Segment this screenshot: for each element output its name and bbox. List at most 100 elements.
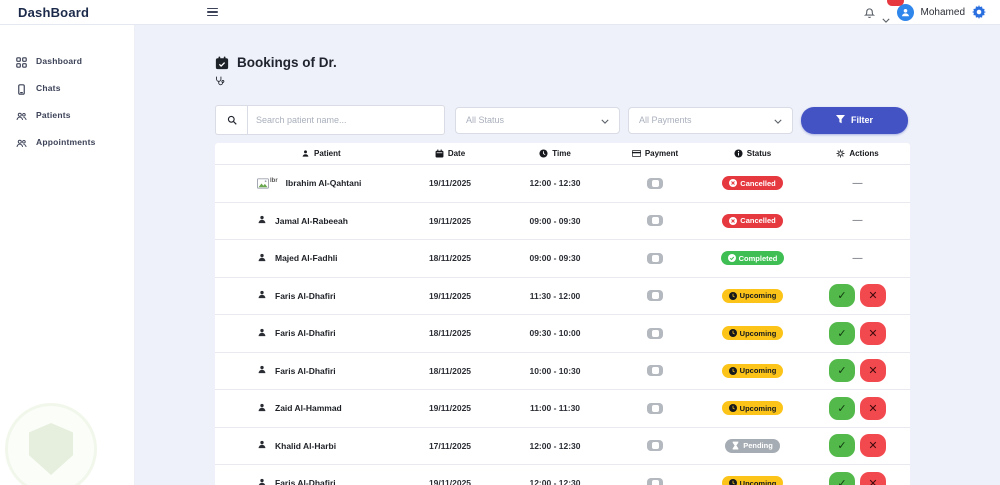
confirm-button[interactable]: ✓ [829,396,855,420]
calendar-icon [435,149,444,158]
payments-filter-select[interactable]: All Payments [628,106,793,134]
sidebar-item-patients[interactable]: Patients [0,101,134,128]
date-cell: 19/11/2025 [428,403,472,414]
patient-cell: Faris Al-Dhafiri [215,364,400,377]
payment-toggle[interactable] [647,365,663,377]
cancel-button[interactable]: ✕ [860,396,886,420]
status-badge: Upcoming [721,401,784,416]
date-cell: 17/11/2025 [428,440,472,451]
status-badge: Pending [725,438,780,453]
chevron-down-icon [601,111,609,129]
chevron-down-icon[interactable] [881,10,890,23]
status-cell: Upcoming [700,401,805,416]
payment-toggle[interactable] [647,440,663,452]
cancel-button[interactable]: ✕ [860,359,886,383]
clock-icon [728,329,737,338]
table-row: Faris Al-Dhafiri 19/11/2025 11:30 - 12:0… [215,278,910,315]
sidebar-item-dashboard[interactable]: Dashboard [0,47,134,74]
payment-cell [610,402,700,414]
status-label: Pending [743,441,773,451]
filter-button[interactable]: Filter [801,106,908,134]
info-icon [734,149,743,158]
time-cell: 09:00 - 09:30 [529,215,581,226]
confirm-button[interactable]: ✓ [829,284,855,308]
person-icon [257,402,267,415]
table-row: Zaid Al-Hammad 19/11/2025 11:00 - 11:30 [215,390,910,428]
status-filter-select[interactable]: All Status [455,106,620,134]
time-cell: 12:00 - 12:30 [529,478,581,485]
cancel-button[interactable]: ✕ [860,321,886,345]
time-cell: 09:30 - 10:00 [529,328,581,339]
status-cell: Pending [700,438,805,453]
search-icon [215,105,247,135]
confirm-button[interactable]: ✓ [829,471,855,485]
table-row: Khalid Al-Harbi 17/11/2025 12:00 - 12:30 [215,428,910,465]
sidebar-item-appointments[interactable]: Appointments [0,128,134,155]
status-cell: Upcoming [700,288,805,303]
table-row: Jamal Al-Rabeeah 19/11/2025 09:00 - 09:3… [215,203,910,240]
payment-cell [610,252,700,264]
calendar-check-icon [215,55,229,70]
payment-toggle[interactable] [647,477,663,485]
phone-icon [16,82,27,95]
cancel-button[interactable]: ✕ [860,284,886,308]
status-label: Upcoming [739,328,777,338]
payment-toggle[interactable] [647,252,663,264]
notification-badge [887,0,904,6]
patient-cell: Majed Al-Fadhli [215,252,400,265]
people-icon [16,136,27,148]
patient-cell: Faris Al-Dhafiri [215,289,400,302]
header-patient: Patient [215,149,400,158]
circle-x-icon [729,179,738,188]
people-icon [16,109,27,121]
payment-toggle[interactable] [647,215,663,227]
time-cell: 10:00 - 10:30 [529,365,581,376]
payment-toggle[interactable] [647,177,663,189]
table-row: Faris Al-Dhafiri 19/11/2025 12:00 - 12:3… [215,465,910,485]
actions-cell: ✓ ✕ [805,284,910,308]
confirm-button[interactable]: ✓ [829,321,855,345]
payment-cell [610,327,700,339]
date-cell: 18/11/2025 [428,365,472,376]
payment-cell [610,290,700,302]
gear-icon[interactable] [972,5,986,19]
payment-toggle[interactable] [647,402,663,414]
cancel-button[interactable]: ✕ [860,471,886,485]
status-label: Cancelled [740,216,776,226]
hamburger-icon[interactable] [207,7,219,17]
table-body: Ibr Ibrahim Al-Qahtani 19/11/2025 12:00 … [215,165,910,485]
status-label: Upcoming [739,291,777,301]
header-date: Date [400,149,500,158]
patient-name: Khalid Al-Harbi [275,440,337,451]
user-avatar[interactable] [896,3,914,21]
patient-cell: Jamal Al-Rabeeah [215,214,400,227]
table-row: Majed Al-Fadhli 18/11/2025 09:00 - 09:30 [215,240,910,278]
payment-toggle[interactable] [647,290,663,302]
patient-cell: Ibr Ibrahim Al-Qahtani [215,178,400,189]
funnel-icon [835,114,845,126]
payment-cell [610,177,700,189]
status-cell: Upcoming [700,363,805,378]
person-icon [257,364,267,377]
person-icon [257,439,267,452]
header-time: Time [500,149,610,158]
payment-toggle[interactable] [647,327,663,339]
patient-cell: Khalid Al-Harbi [215,439,400,452]
user-name[interactable]: Mohamed [921,7,965,18]
table-row: Faris Al-Dhafiri 18/11/2025 10:00 - 10:3… [215,353,910,390]
sidebar-item-chats[interactable]: Chats [0,74,134,101]
sidebar: Dashboard Chats Patients Appointments [0,25,135,485]
status-cell: Cancelled [700,213,805,228]
time-cell: 11:00 - 11:30 [529,403,581,414]
bell-icon[interactable] [863,6,875,19]
no-actions-dash: — [852,252,863,264]
cancel-button[interactable]: ✕ [860,434,886,458]
main-content: Bookings of Dr. All Status [135,25,1000,485]
confirm-button[interactable]: ✓ [829,359,855,383]
confirm-button[interactable]: ✓ [829,434,855,458]
time-cell: 12:00 - 12:30 [529,440,581,451]
status-cell: Cancelled [700,176,805,191]
time-cell: 12:00 - 12:30 [529,178,581,189]
status-badge: Upcoming [721,363,784,378]
search-input[interactable] [247,105,445,135]
